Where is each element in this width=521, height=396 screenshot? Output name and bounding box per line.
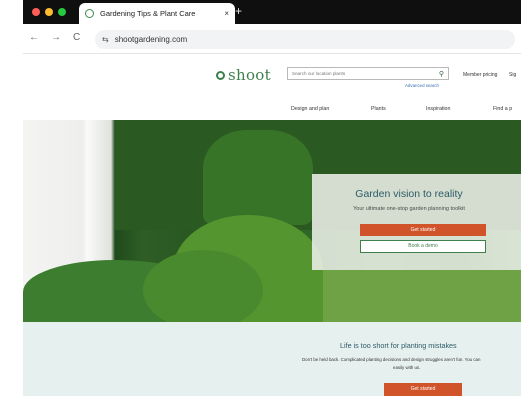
nav-design-and-plan[interactable]: Design and plan (291, 106, 329, 112)
maximize-window-button[interactable] (58, 8, 66, 16)
intro-text: Don't be held back. Complicated planting… (302, 357, 481, 362)
intro-title: Life is too short for planting mistakes (340, 341, 457, 350)
tab-title: Gardening Tips & Plant Care (100, 9, 196, 18)
window-controls (32, 8, 66, 16)
climbing-plant (203, 130, 313, 225)
favicon-icon (85, 9, 94, 18)
minimize-window-button[interactable] (45, 8, 53, 16)
hero-title: Garden vision to reality (355, 188, 463, 200)
url-text: shootgardening.com (114, 35, 188, 44)
nav-plants[interactable]: Plants (371, 106, 386, 112)
search-placeholder: Search our location plants (292, 71, 346, 76)
member-pricing-link[interactable]: Member pricing (463, 72, 497, 78)
logo-text: shoot (228, 66, 271, 84)
get-started-button[interactable]: Get started (360, 224, 486, 236)
grass-bed (313, 270, 521, 322)
back-icon[interactable]: ← (29, 32, 39, 43)
nav-inspiration[interactable]: Inspiration (426, 106, 450, 112)
close-window-button[interactable] (32, 8, 40, 16)
intro-get-started-button[interactable]: Get started (384, 383, 462, 396)
book-demo-button[interactable]: Book a demo (360, 240, 486, 253)
browser-tab[interactable]: Gardening Tips & Plant Care × (79, 3, 235, 24)
search-input[interactable]: Search our location plants ⚲ (287, 67, 449, 80)
advanced-search-link[interactable]: Advanced search (405, 83, 439, 88)
address-bar[interactable]: ⇆ shootgardening.com (95, 30, 515, 49)
new-tab-button[interactable]: + (235, 4, 242, 18)
hero-subtitle: Your ultimate one-stop garden planning t… (353, 206, 465, 212)
site-logo[interactable]: shoot (216, 66, 271, 84)
browser-tab-bar: Gardening Tips & Plant Care × + (23, 0, 521, 24)
intro-text: easily with us. (393, 365, 421, 370)
nav-find-a-p[interactable]: Find a p (493, 106, 512, 112)
forward-icon[interactable]: → (51, 32, 61, 43)
site-info-icon[interactable]: ⇆ (102, 35, 109, 44)
search-icon[interactable]: ⚲ (439, 70, 444, 78)
reload-icon[interactable]: C (73, 32, 80, 43)
sign-in-link[interactable]: Sig (509, 72, 516, 78)
logo-leaf-icon (216, 70, 225, 80)
browser-toolbar: ← → C ⇆ shootgardening.com (23, 24, 521, 54)
shrub (143, 250, 263, 322)
tab-close-icon[interactable]: × (224, 9, 229, 18)
